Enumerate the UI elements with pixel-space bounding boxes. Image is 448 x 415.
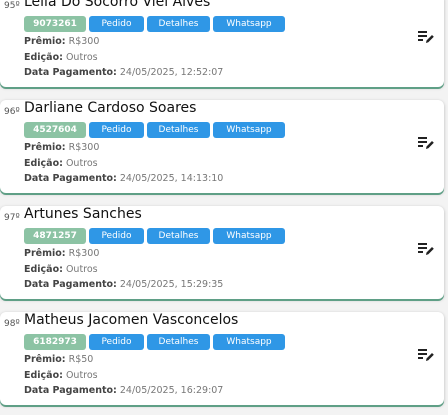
premio-label: Prêmio:	[24, 142, 66, 153]
data-pagamento-row: Data Pagamento: 24/05/2025, 12:52:07	[24, 67, 223, 78]
rank-label: 95º	[4, 1, 20, 11]
rank-label: 96º	[4, 107, 20, 117]
data-pagamento-label: Data Pagamento:	[24, 173, 117, 184]
edicao-value: Outros	[65, 370, 98, 381]
ticket-id-badge: 9073261	[24, 16, 86, 32]
detalhes-button[interactable]: Detalhes	[147, 228, 210, 244]
detalhes-button[interactable]: Detalhes	[147, 334, 210, 350]
edicao-label: Edição:	[24, 370, 63, 381]
premio-row: Prêmio: R$300	[24, 142, 99, 153]
edicao-row: Edição: Outros	[24, 264, 98, 275]
action-buttons: 6182973 Pedido Detalhes Whatsapp	[24, 334, 285, 350]
pedido-button[interactable]: Pedido	[89, 122, 144, 138]
edicao-row: Edição: Outros	[24, 158, 98, 169]
action-buttons: 4527604 Pedido Detalhes Whatsapp	[24, 122, 285, 138]
ticket-id-badge: 4527604	[24, 122, 86, 138]
whatsapp-button[interactable]: Whatsapp	[213, 228, 285, 244]
data-pagamento-value: 24/05/2025, 15:29:35	[119, 279, 224, 290]
premio-value: R$300	[68, 36, 100, 47]
edicao-label: Edição:	[24, 158, 63, 169]
data-pagamento-value: 24/05/2025, 16:29:07	[119, 385, 224, 396]
action-buttons: 4871257 Pedido Detalhes Whatsapp	[24, 228, 285, 244]
edicao-value: Outros	[65, 264, 98, 275]
whatsapp-button[interactable]: Whatsapp	[213, 16, 285, 32]
data-pagamento-value: 24/05/2025, 12:52:07	[119, 67, 224, 78]
winner-name: Darliane Cardoso Soares	[24, 100, 197, 116]
whatsapp-button[interactable]: Whatsapp	[213, 122, 285, 138]
edit-list-icon[interactable]	[418, 348, 434, 362]
pedido-button[interactable]: Pedido	[89, 334, 144, 350]
edicao-label: Edição:	[24, 52, 63, 63]
edicao-label: Edição:	[24, 264, 63, 275]
ticket-id-badge: 4871257	[24, 228, 86, 244]
edicao-value: Outros	[65, 158, 98, 169]
premio-value: R$50	[68, 354, 94, 365]
data-pagamento-value: 24/05/2025, 14:13:10	[119, 173, 224, 184]
detalhes-button[interactable]: Detalhes	[147, 16, 210, 32]
edicao-value: Outros	[65, 52, 98, 63]
list-item: 95º Leila Do Socorro Viei Alves 9073261 …	[0, 0, 444, 87]
premio-label: Prêmio:	[24, 248, 66, 259]
ticket-id-badge: 6182973	[24, 334, 86, 350]
pedido-button[interactable]: Pedido	[89, 228, 144, 244]
rank-label: 98º	[4, 319, 20, 329]
data-pagamento-label: Data Pagamento:	[24, 385, 117, 396]
rank-label: 97º	[4, 213, 20, 223]
list-item: 98º Matheus Jacomen Vasconcelos 6182973 …	[0, 312, 444, 405]
whatsapp-button[interactable]: Whatsapp	[213, 334, 285, 350]
premio-value: R$300	[68, 248, 100, 259]
premio-row: Prêmio: R$300	[24, 36, 99, 47]
winner-name: Matheus Jacomen Vasconcelos	[24, 312, 239, 328]
data-pagamento-row: Data Pagamento: 24/05/2025, 15:29:35	[24, 279, 223, 290]
edit-list-icon[interactable]	[418, 242, 434, 256]
premio-row: Prêmio: R$300	[24, 248, 99, 259]
edit-list-icon[interactable]	[418, 136, 434, 150]
data-pagamento-label: Data Pagamento:	[24, 67, 117, 78]
edicao-row: Edição: Outros	[24, 370, 98, 381]
premio-row: Prêmio: R$50	[24, 354, 93, 365]
pedido-button[interactable]: Pedido	[89, 16, 144, 32]
data-pagamento-row: Data Pagamento: 24/05/2025, 14:13:10	[24, 173, 223, 184]
action-buttons: 9073261 Pedido Detalhes Whatsapp	[24, 16, 285, 32]
winner-name: Artunes Sanches	[24, 206, 142, 222]
list-item: 97º Artunes Sanches 4871257 Pedido Detal…	[0, 206, 444, 299]
edit-list-icon[interactable]	[418, 30, 434, 44]
premio-label: Prêmio:	[24, 36, 66, 47]
data-pagamento-label: Data Pagamento:	[24, 279, 117, 290]
premio-label: Prêmio:	[24, 354, 66, 365]
data-pagamento-row: Data Pagamento: 24/05/2025, 16:29:07	[24, 385, 223, 396]
edicao-row: Edição: Outros	[24, 52, 98, 63]
detalhes-button[interactable]: Detalhes	[147, 122, 210, 138]
winners-list: 95º Leila Do Socorro Viei Alves 9073261 …	[0, 0, 448, 415]
winner-name: Leila Do Socorro Viei Alves	[24, 0, 211, 10]
premio-value: R$300	[68, 142, 100, 153]
list-item: 96º Darliane Cardoso Soares 4527604 Pedi…	[0, 100, 444, 193]
